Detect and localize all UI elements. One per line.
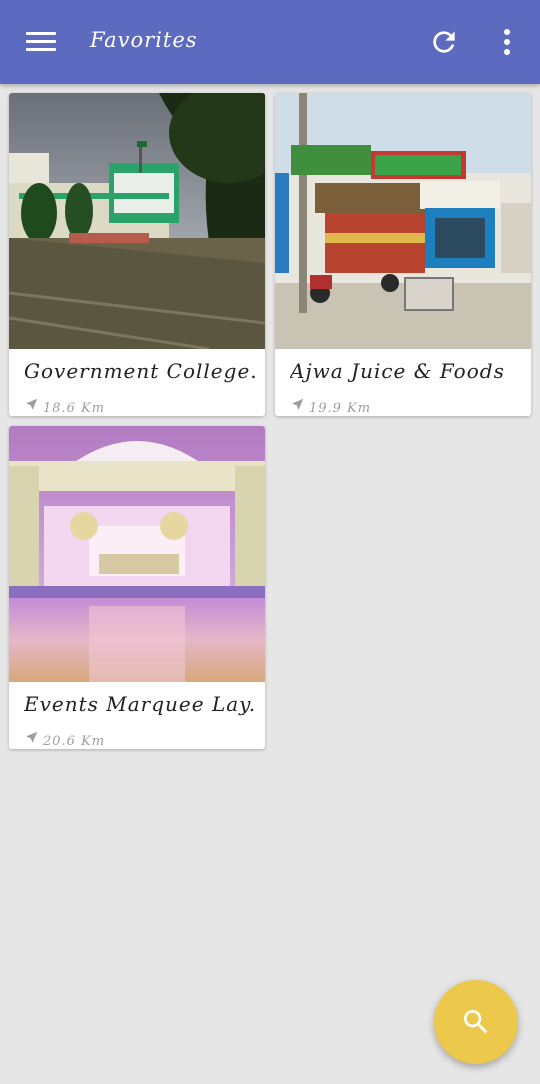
navigation-arrow-icon <box>26 731 38 743</box>
search-fab-button[interactable] <box>434 980 518 1064</box>
place-title: Ajwa Juice & Foods <box>290 359 505 383</box>
navigation-arrow-icon <box>26 398 38 410</box>
page-title: Favorites <box>90 28 198 52</box>
favorite-card[interactable]: Ajwa Juice & Foods 19.9 Km <box>275 93 531 416</box>
more-vert-icon[interactable] <box>492 26 522 58</box>
distance-text: 18.6 Km <box>43 401 106 416</box>
favorite-card[interactable]: Events Marquee Lay... 20.6 Km <box>9 426 265 749</box>
place-photo <box>275 93 531 349</box>
search-icon <box>464 1010 488 1034</box>
navigation-arrow-icon <box>292 398 304 410</box>
place-title: Events Marquee Lay... <box>24 692 256 716</box>
app-bar: Favorites <box>0 0 540 84</box>
menu-icon[interactable] <box>26 30 56 54</box>
favorite-card[interactable]: Government College... 18.6 Km <box>9 93 265 416</box>
place-photo <box>9 93 265 349</box>
distance-text: 19.9 Km <box>309 401 372 416</box>
distance-text: 20.6 Km <box>43 734 106 749</box>
refresh-icon[interactable] <box>428 26 460 58</box>
place-photo <box>9 426 265 682</box>
place-title: Government College... <box>24 359 256 383</box>
